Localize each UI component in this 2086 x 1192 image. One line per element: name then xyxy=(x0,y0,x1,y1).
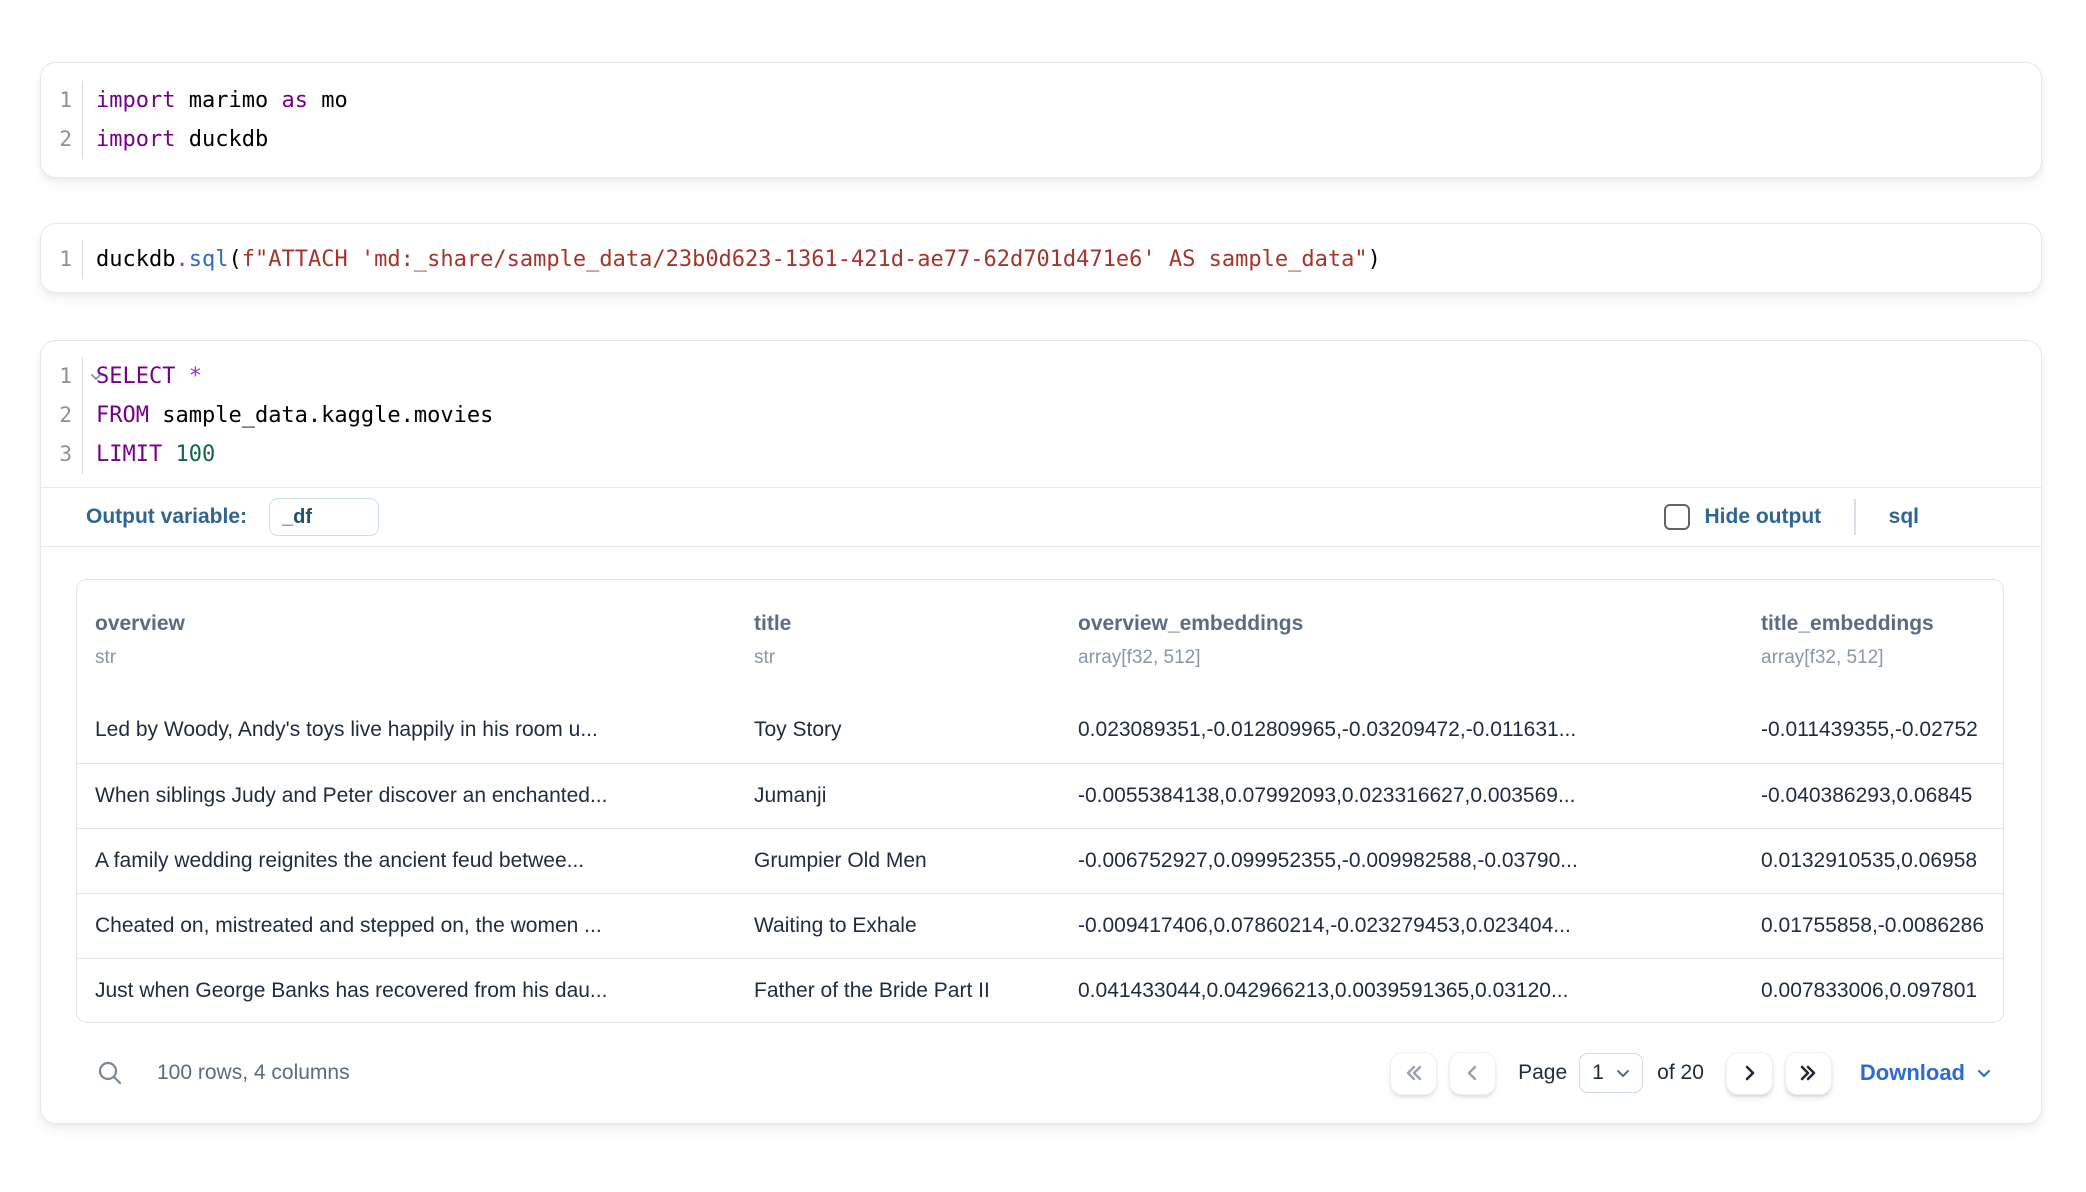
page-number-value: 1 xyxy=(1592,1061,1604,1085)
code-content: import marimo as moimport duckdb xyxy=(83,81,2041,159)
search-icon[interactable] xyxy=(96,1059,124,1087)
line-number-gutter: 12 xyxy=(41,81,83,159)
chevron-down-icon xyxy=(1975,1064,1993,1082)
page-label: Page xyxy=(1518,1061,1567,1085)
table-cell: Toy Story xyxy=(736,698,1060,763)
cell-output-toolbar: Output variable: Hide output sql xyxy=(41,487,2041,547)
last-page-button[interactable] xyxy=(1785,1052,1832,1095)
column-header[interactable]: overview str xyxy=(77,580,736,698)
code-content: duckdb.sql(f"ATTACH 'md:_share/sample_da… xyxy=(83,240,2041,279)
column-header[interactable]: title str xyxy=(736,580,1060,698)
table-cell: Cheated on, mistreated and stepped on, t… xyxy=(77,893,736,958)
column-name: title_embeddings xyxy=(1761,610,1988,638)
pagination: Page 1 of 20 Download xyxy=(1390,1052,1993,1095)
chevron-left-icon xyxy=(1461,1061,1485,1085)
chevron-right-icon xyxy=(1737,1061,1761,1085)
language-button[interactable]: sql xyxy=(1889,505,1919,529)
table-row[interactable]: Cheated on, mistreated and stepped on, t… xyxy=(77,893,2004,958)
column-name: title xyxy=(754,610,1042,638)
table-row[interactable]: Led by Woody, Andy's toys live happily i… xyxy=(77,698,2004,763)
column-type: array[f32, 512] xyxy=(1078,646,1725,670)
column-name: overview_embeddings xyxy=(1078,610,1725,638)
download-button[interactable]: Download xyxy=(1860,1060,1993,1086)
hide-output-checkbox[interactable] xyxy=(1664,504,1690,530)
table-footer: 100 rows, 4 columns Page 1 of xyxy=(41,1023,2041,1123)
toolbar-divider xyxy=(1854,499,1856,535)
sql-cell: 123 SELECT *FROM sample_data.kaggle.movi… xyxy=(40,340,2042,1124)
result-table-container: overview str title str overview_embeddingsar… xyxy=(76,579,2004,1023)
code-fold-chevron-down-icon[interactable] xyxy=(88,369,104,385)
table-cell: When siblings Judy and Peter discover an… xyxy=(77,763,736,828)
chevron-down-icon xyxy=(1614,1064,1632,1082)
table-cell: 0.023089351,-0.012809965,-0.03209472,-0.… xyxy=(1060,698,1743,763)
hide-output-label: Hide output xyxy=(1705,505,1822,529)
table-cell: -0.0055384138,0.07992093,0.023316627,0.0… xyxy=(1060,763,1743,828)
output-variable-label: Output variable: xyxy=(86,505,247,529)
table-cell: 0.007833006,0.097801 xyxy=(1743,958,2004,1023)
table-cell: -0.009417406,0.07860214,-0.023279453,0.0… xyxy=(1060,893,1743,958)
code-content: SELECT *FROM sample_data.kaggle.moviesLI… xyxy=(83,357,2041,474)
table-cell: 0.01755858,-0.0086286 xyxy=(1743,893,2004,958)
next-page-button[interactable] xyxy=(1726,1052,1773,1095)
table-cell: Father of the Bride Part II xyxy=(736,958,1060,1023)
code-cell-imports: 12 import marimo as moimport duckdb xyxy=(40,62,2042,178)
page-total: of 20 xyxy=(1657,1061,1704,1085)
line-number-gutter: 1 xyxy=(41,240,83,279)
code-line: FROM sample_data.kaggle.movies xyxy=(96,396,2041,435)
line-number: 2 xyxy=(41,396,82,435)
code-line: import marimo as mo xyxy=(96,81,2041,120)
table-cell: Jumanji xyxy=(736,763,1060,828)
code-line: SELECT * xyxy=(96,357,2041,396)
code-line: import duckdb xyxy=(96,120,2041,159)
code-line: duckdb.sql(f"ATTACH 'md:_share/sample_da… xyxy=(96,240,2041,279)
line-number-gutter: 123 xyxy=(41,357,83,474)
column-type: str xyxy=(754,646,1042,670)
table-row[interactable]: Just when George Banks has recovered fro… xyxy=(77,958,2004,1023)
code-editor[interactable]: 12 import marimo as moimport duckdb xyxy=(41,63,2041,177)
table-cell: Grumpier Old Men xyxy=(736,828,1060,893)
line-number: 3 xyxy=(41,435,82,474)
column-name: overview xyxy=(95,610,718,638)
code-editor[interactable]: 1 duckdb.sql(f"ATTACH 'md:_share/sample_… xyxy=(41,224,2041,292)
chevrons-left-icon xyxy=(1402,1061,1426,1085)
column-header[interactable]: title_embeddings array[f32, 512] xyxy=(1743,580,2004,698)
chevrons-right-icon xyxy=(1796,1061,1820,1085)
table-cell: Led by Woody, Andy's toys live happily i… xyxy=(77,698,736,763)
first-page-button[interactable] xyxy=(1390,1052,1437,1095)
table-cell: -0.006752927,0.099952355,-0.009982588,-0… xyxy=(1060,828,1743,893)
column-type: str xyxy=(95,646,718,670)
column-type: array[f32, 512] xyxy=(1761,646,1988,670)
table-cell: -0.040386293,0.06845 xyxy=(1743,763,2004,828)
code-line: LIMIT 100 xyxy=(96,435,2041,474)
table-row[interactable]: When siblings Judy and Peter discover an… xyxy=(77,763,2004,828)
row-count-summary: 100 rows, 4 columns xyxy=(157,1061,350,1085)
line-number: 1 xyxy=(41,240,82,279)
table-cell: 0.041433044,0.042966213,0.0039591365,0.0… xyxy=(1060,958,1743,1023)
table-cell: 0.0132910535,0.06958 xyxy=(1743,828,2004,893)
column-header[interactable]: overview_embeddings array[f32, 512] xyxy=(1060,580,1743,698)
table-cell: Waiting to Exhale xyxy=(736,893,1060,958)
table-row[interactable]: A family wedding reignites the ancient f… xyxy=(77,828,2004,893)
table-cell: A family wedding reignites the ancient f… xyxy=(77,828,736,893)
code-cell-attach: 1 duckdb.sql(f"ATTACH 'md:_share/sample_… xyxy=(40,223,2042,293)
table-cell: Just when George Banks has recovered fro… xyxy=(77,958,736,1023)
line-number: 2 xyxy=(41,120,82,159)
page-number-select[interactable]: 1 xyxy=(1579,1053,1643,1093)
code-editor[interactable]: 123 SELECT *FROM sample_data.kaggle.movi… xyxy=(41,341,2041,487)
download-label: Download xyxy=(1860,1060,1965,1086)
output-variable-input[interactable] xyxy=(269,498,379,536)
result-table: overview str title str overview_embeddingsar… xyxy=(77,580,2004,1023)
line-number: 1 xyxy=(41,81,82,120)
line-number: 1 xyxy=(41,357,82,396)
table-cell: -0.011439355,-0.02752 xyxy=(1743,698,2004,763)
table-header-row: overview str title str overview_embeddingsar… xyxy=(77,580,2004,698)
previous-page-button[interactable] xyxy=(1449,1052,1496,1095)
